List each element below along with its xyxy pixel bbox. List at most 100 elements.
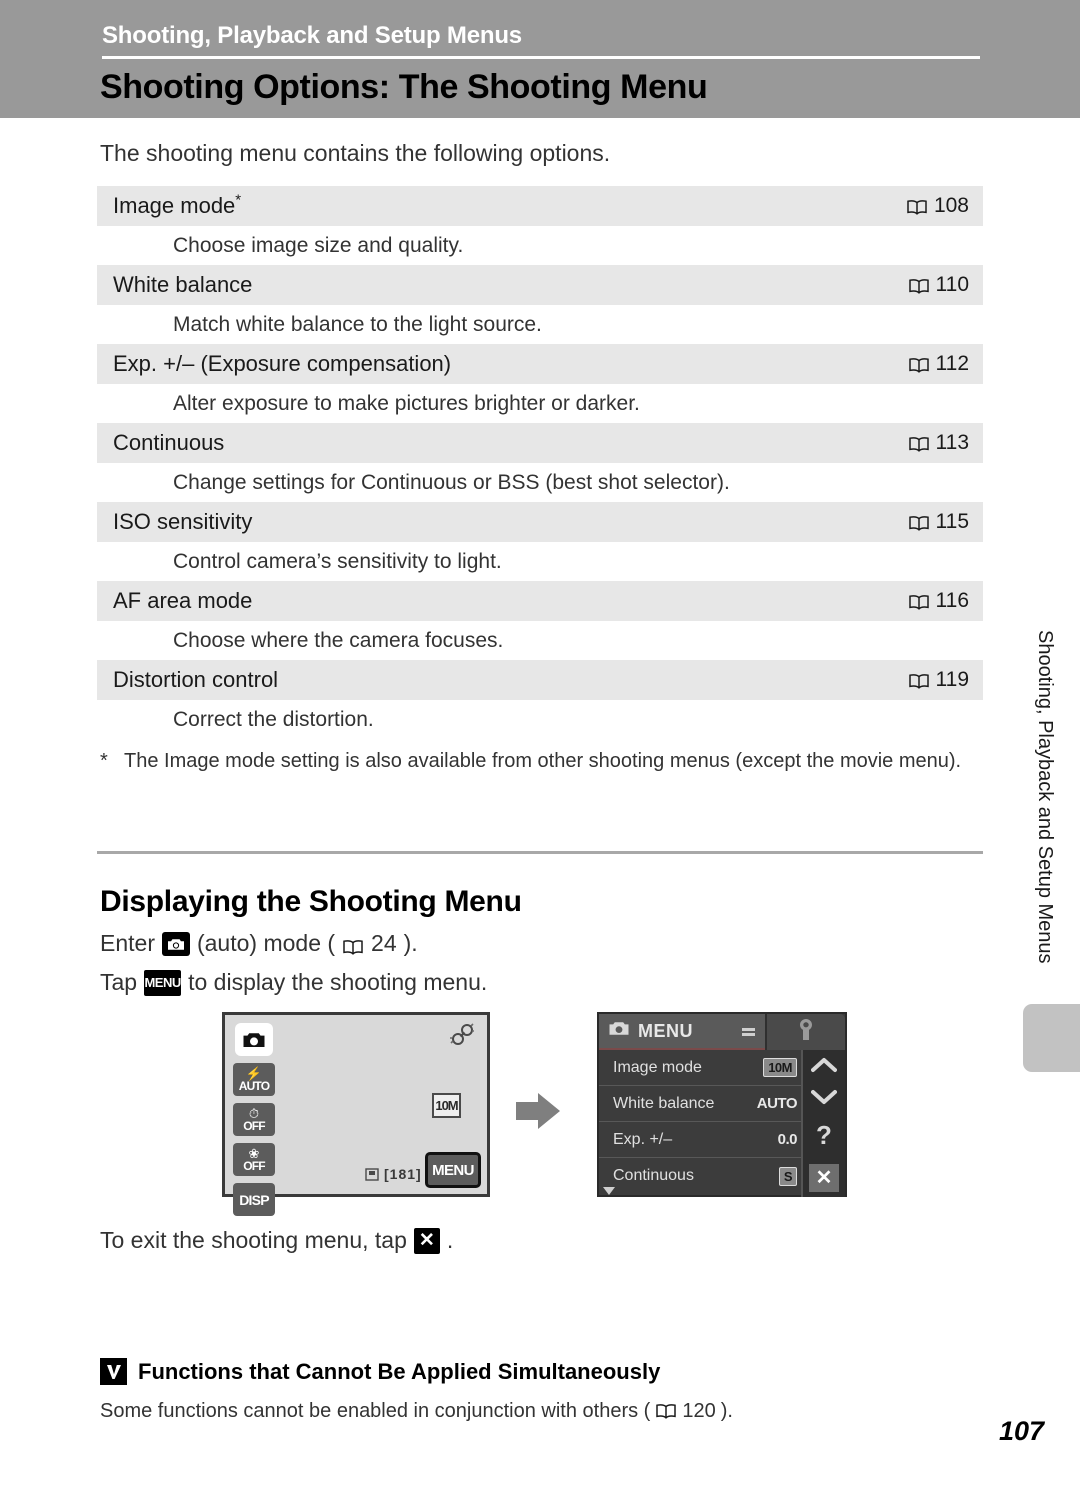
table-row: Image mode* 108 bbox=[97, 186, 983, 226]
lcd-button-column: ⚡ AUTO ⏱ OFF ❀ OFF DISP bbox=[233, 1063, 275, 1216]
table-row: White balance 110 bbox=[97, 265, 983, 305]
table-row: ISO sensitivity 115 bbox=[97, 502, 983, 542]
step1-before: Enter bbox=[100, 930, 155, 956]
footnote-star: * bbox=[235, 191, 242, 209]
table-row: Exp. +/– (Exposure compensation) 112 bbox=[97, 344, 983, 384]
page-reference-number: 115 bbox=[935, 510, 969, 533]
book-icon bbox=[908, 356, 930, 373]
book-icon bbox=[908, 593, 930, 610]
exit-before: To exit the shooting menu, tap bbox=[100, 1227, 407, 1253]
menu-item[interactable]: White balance AUTO bbox=[599, 1086, 805, 1122]
self-timer-off-button[interactable]: ⏱ OFF bbox=[233, 1103, 275, 1136]
option-name: White balance bbox=[113, 272, 253, 297]
menu-title: MENU bbox=[638, 1020, 693, 1041]
option-name: Continuous bbox=[113, 430, 225, 455]
menu-item-label: White balance bbox=[613, 1094, 715, 1112]
options-table: Image mode* 108 Choose image size and qual… bbox=[97, 186, 983, 739]
figure-shooting-menu: 10M ⚡ AUTO ⏱ OFF ❀ OFF DISP [181] MENU M… bbox=[0, 1012, 1080, 1216]
page-reference-number: 116 bbox=[935, 589, 969, 612]
menu-body: Image mode 10M White balance AUTO Exp. +/– 0.… bbox=[599, 1050, 845, 1197]
footnote-text: The Image mode setting is also available… bbox=[124, 750, 962, 772]
book-icon bbox=[908, 435, 930, 452]
option-description: Alter exposure to make pictures brighter… bbox=[97, 384, 983, 423]
step1-after: ). bbox=[403, 930, 418, 956]
book-icon bbox=[908, 277, 930, 294]
note-header: Functions that Cannot Be Applied Simulta… bbox=[100, 1358, 660, 1385]
menu-rows: Image mode 10M White balance AUTO Exp. +/– 0.… bbox=[599, 1050, 805, 1194]
header-band: Shooting, Playback and Setup Menus Shoot… bbox=[0, 0, 1080, 118]
chapter-label: Shooting, Playback and Setup Menus bbox=[102, 22, 522, 49]
option-description: Correct the distortion. bbox=[97, 700, 983, 739]
scroll-down-caret-icon[interactable] bbox=[603, 1187, 615, 1195]
page-reference-number: 112 bbox=[935, 352, 969, 375]
step-enter-auto-mode: Enter (auto) mode ( 24 ). bbox=[100, 930, 418, 957]
table-row: Distortion control 119 bbox=[97, 660, 983, 700]
book-icon bbox=[655, 1403, 677, 1420]
lcd-shooting-screen: 10M ⚡ AUTO ⏱ OFF ❀ OFF DISP [181] MENU bbox=[222, 1012, 490, 1216]
menu-tabs: MENU bbox=[599, 1014, 845, 1050]
menu-item-label: Continuous bbox=[613, 1167, 694, 1184]
book-icon bbox=[906, 198, 928, 215]
flash-auto-button[interactable]: ⚡ AUTO bbox=[233, 1063, 275, 1096]
menu-item-value: S bbox=[778, 1166, 797, 1186]
button-label: AUTO bbox=[238, 1079, 270, 1093]
note-body-ref: 120 bbox=[682, 1400, 716, 1422]
side-tab-marker bbox=[1023, 1004, 1080, 1072]
manual-page: Shooting, Playback and Setup Menus Shoot… bbox=[0, 0, 1080, 1486]
note-body: Some functions cannot be enabled in conj… bbox=[100, 1400, 733, 1423]
frame-counter-value: [181] bbox=[384, 1166, 422, 1182]
header-rule bbox=[102, 56, 980, 59]
side-tab-label: Shooting, Playback and Setup Menus bbox=[1034, 630, 1056, 964]
close-icon[interactable]: ✕ bbox=[809, 1164, 839, 1192]
camera-icon bbox=[608, 1020, 630, 1042]
step1-ref: 24 bbox=[371, 930, 397, 956]
button-label: OFF bbox=[243, 1159, 265, 1173]
menu-item[interactable]: Image mode 10M bbox=[599, 1050, 805, 1086]
camera-icon bbox=[235, 1023, 273, 1056]
display-button[interactable]: DISP bbox=[233, 1183, 275, 1216]
page-reference-number: 108 bbox=[933, 194, 969, 217]
close-icon: ✕ bbox=[413, 1227, 440, 1254]
menu-item-value: AUTO bbox=[756, 1095, 798, 1112]
note-body-before: Some functions cannot be enabled in conj… bbox=[100, 1400, 651, 1422]
image-mode-badge: 10M bbox=[432, 1093, 461, 1118]
note-body-after: ). bbox=[720, 1400, 733, 1422]
option-description: Match white balance to the light source. bbox=[97, 305, 983, 344]
macro-off-button[interactable]: ❀ OFF bbox=[233, 1143, 275, 1176]
page-reference: 110 bbox=[908, 273, 969, 297]
table-row: AF area mode 116 bbox=[97, 581, 983, 621]
vibration-reduction-icon bbox=[447, 1021, 477, 1049]
tab-shooting-menu[interactable]: MENU bbox=[599, 1014, 765, 1050]
menu-sidebar: ? ✕ bbox=[801, 1050, 845, 1197]
button-label: OFF bbox=[243, 1119, 265, 1133]
page-reference-number: 113 bbox=[935, 431, 969, 454]
page-reference: 116 bbox=[908, 589, 969, 613]
page-reference-number: 119 bbox=[935, 668, 969, 691]
step-tap-menu: Tap MENU to display the shooting menu. bbox=[100, 969, 487, 996]
page-reference: 119 bbox=[908, 668, 969, 692]
step1-mid: (auto) mode ( bbox=[196, 930, 336, 956]
option-name: Exp. +/– (Exposure compensation) bbox=[113, 351, 452, 376]
menu-item-value: 0.0 bbox=[777, 1131, 798, 1148]
lcd-menu-button[interactable]: MENU bbox=[425, 1152, 481, 1188]
footnote: * The Image mode setting is also availab… bbox=[100, 748, 980, 774]
menu-item[interactable]: Continuous S bbox=[599, 1158, 805, 1194]
help-icon[interactable]: ? bbox=[816, 1122, 832, 1148]
menu-item-value: 10M bbox=[763, 1058, 797, 1077]
chevron-down-icon[interactable] bbox=[811, 1089, 837, 1106]
option-name: Distortion control bbox=[113, 667, 279, 692]
menu-item[interactable]: Exp. +/– 0.0 bbox=[599, 1122, 805, 1158]
page-title: Shooting Options: The Shooting Menu bbox=[100, 68, 708, 106]
chevron-up-icon[interactable] bbox=[811, 1056, 837, 1073]
footnote-mark: * bbox=[100, 750, 108, 772]
caution-icon bbox=[100, 1358, 127, 1385]
page-reference: 115 bbox=[908, 510, 969, 534]
menu-item-label: Image mode bbox=[613, 1058, 702, 1076]
page-reference: 113 bbox=[908, 431, 969, 455]
button-label: DISP bbox=[239, 1191, 269, 1208]
page-reference: 112 bbox=[908, 352, 969, 376]
tab-setup-menu[interactable] bbox=[765, 1014, 845, 1050]
intro-text: The shooting menu contains the following… bbox=[100, 140, 611, 166]
camera-icon bbox=[161, 931, 190, 956]
right-arrow-icon bbox=[512, 1090, 564, 1132]
